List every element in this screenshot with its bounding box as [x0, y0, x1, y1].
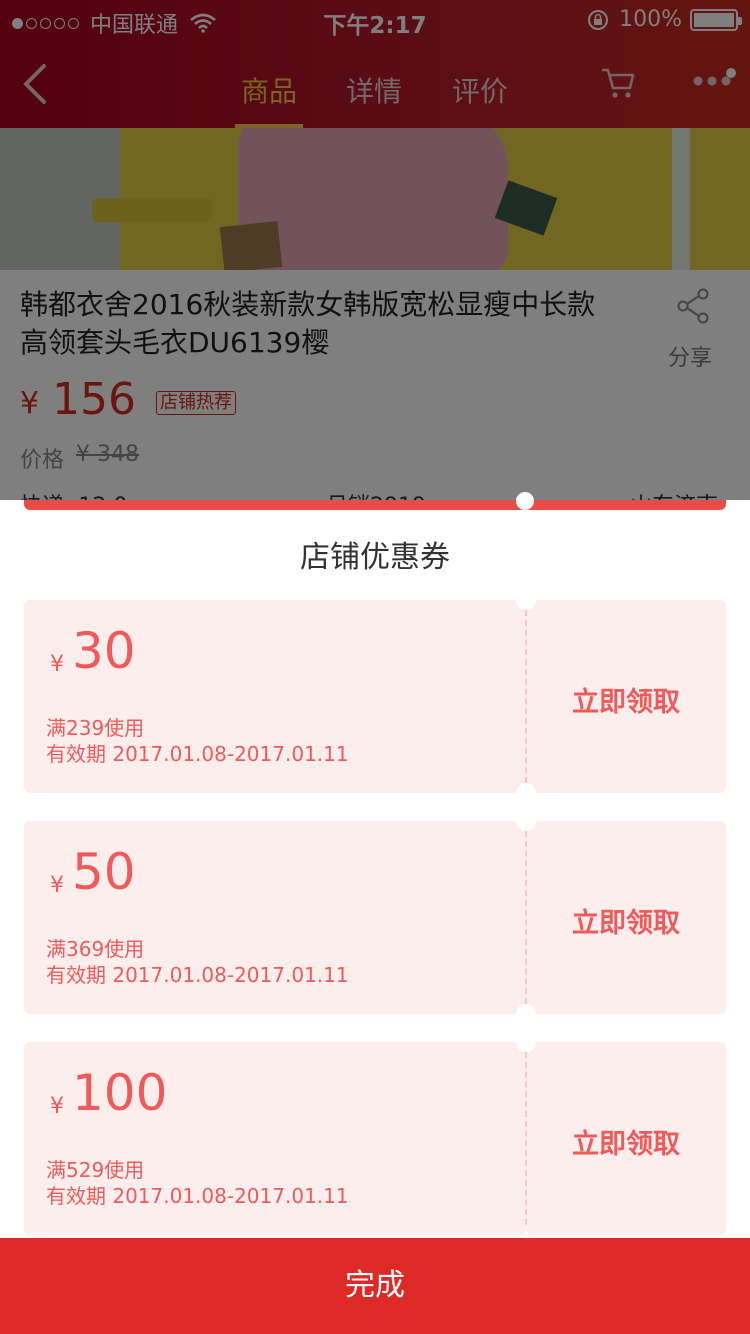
coupon-validity: 有效期 2017.01.08-2017.01.11 — [46, 742, 349, 766]
coupon-validity: 有效期 2017.01.08-2017.01.11 — [46, 1184, 349, 1208]
coupon-currency: ¥ — [50, 1094, 64, 1119]
coupon-divider — [525, 610, 527, 783]
coupon-amount: 100 — [72, 1064, 168, 1122]
coupon-info: ¥ 30 满239使用 有效期 2017.01.08-2017.01.11 — [24, 600, 526, 793]
coupon-currency: ¥ — [50, 873, 64, 898]
sheet-notch — [516, 492, 534, 510]
coupon-amount: 50 — [72, 843, 136, 901]
coupon-condition: 满239使用 — [46, 716, 145, 740]
coupon-notch — [516, 811, 536, 831]
coupon-info: ¥ 50 满369使用 有效期 2017.01.08-2017.01.11 — [24, 821, 526, 1014]
claim-coupon-button[interactable]: 立即领取 — [526, 1122, 726, 1161]
claim-coupon-button[interactable]: 立即领取 — [526, 680, 726, 719]
coupon-notch — [516, 1032, 536, 1052]
coupon-currency: ¥ — [50, 652, 64, 677]
claim-coupon-button[interactable]: 立即领取 — [526, 901, 726, 940]
coupon-sheet: 店铺优惠券 ¥ 30 满239使用 有效期 2017.01.08-2017.01… — [0, 492, 750, 1334]
coupon-info: ¥ 100 满529使用 有效期 2017.01.08-2017.01.11 — [24, 1042, 526, 1235]
done-button[interactable]: 完成 — [0, 1238, 750, 1334]
coupon-card: ¥ 30 满239使用 有效期 2017.01.08-2017.01.11 立即… — [24, 590, 726, 803]
coupon-condition: 满529使用 — [46, 1158, 145, 1182]
coupon-validity: 有效期 2017.01.08-2017.01.11 — [46, 963, 349, 987]
coupon-amount: 30 — [72, 622, 136, 680]
coupon-notch — [516, 590, 536, 610]
coupon-condition: 满369使用 — [46, 937, 145, 961]
coupon-divider — [525, 831, 527, 1004]
coupon-divider — [525, 1052, 527, 1225]
sheet-title: 店铺优惠券 — [300, 540, 450, 575]
sheet-top-stripe — [24, 500, 726, 510]
coupon-card: ¥ 100 满529使用 有效期 2017.01.08-2017.01.11 立… — [24, 1032, 726, 1235]
coupon-notch — [516, 1004, 536, 1024]
coupon-card: ¥ 50 满369使用 有效期 2017.01.08-2017.01.11 立即… — [24, 811, 726, 1024]
coupon-notch — [516, 783, 536, 803]
